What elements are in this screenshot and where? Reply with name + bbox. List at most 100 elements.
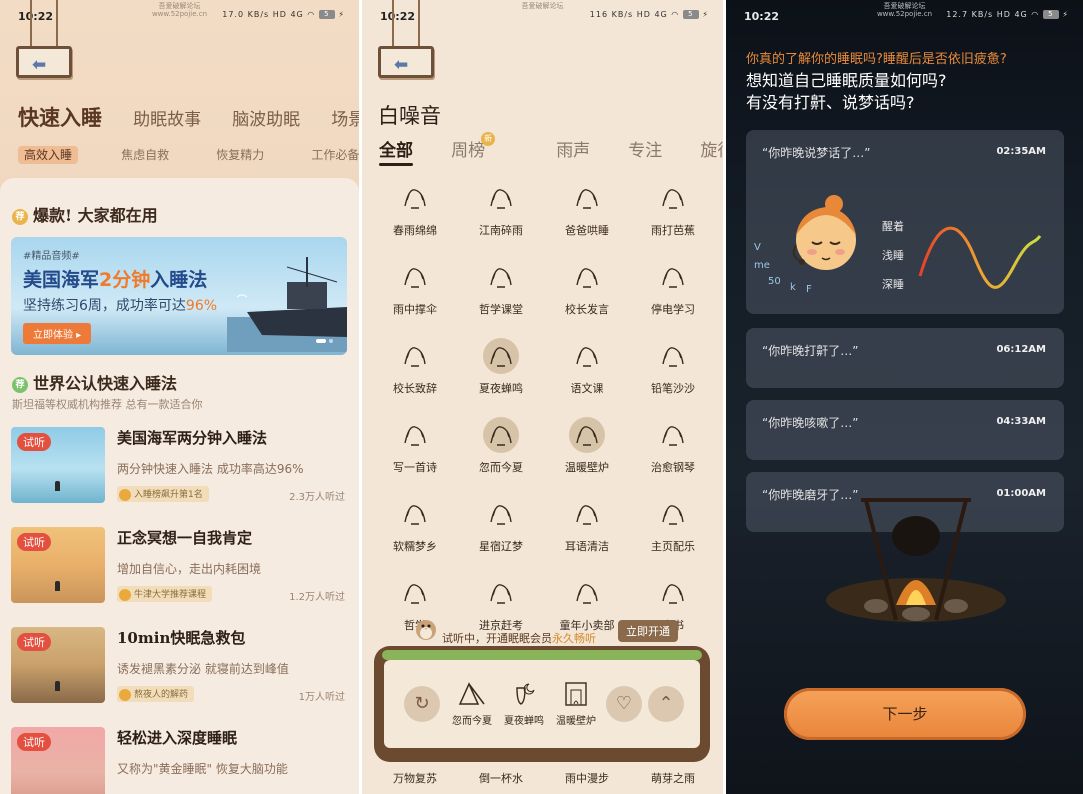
recommend-badge-icon: 荐 — [12, 208, 28, 225]
face-letter-me: me — [754, 260, 770, 271]
tent-icon — [483, 417, 519, 453]
sleeping-face-icon — [792, 195, 856, 270]
tab-focus[interactable]: 专注 — [628, 141, 662, 161]
new-badge: 新 — [481, 132, 496, 146]
sound-item-label: 铅笔沙沙 — [651, 382, 695, 395]
back-button[interactable]: ⬅ — [378, 0, 434, 84]
face-letter-50: 50 — [768, 276, 781, 287]
tab-rain[interactable]: 雨声 — [556, 141, 590, 161]
quick-sleep-screen: 10:22 吾爱破解论坛 www.52pojie.cn 17.0 KB/s HD… — [0, 0, 359, 794]
wifi-icon: ◠ — [671, 10, 680, 19]
wifi-icon: ◠ — [1031, 10, 1040, 19]
sound-item[interactable]: 校长发言 — [544, 259, 630, 337]
sleep-stage-legend: 醒着 浅睡 深睡 — [882, 212, 904, 299]
stage-awake: 醒着 — [882, 220, 904, 233]
play-count: 1.2万人听过 — [289, 592, 345, 603]
battery-icon: 5 — [1042, 10, 1059, 19]
page-title: 白噪音 — [378, 104, 441, 128]
promo-banner[interactable]: #精品音频# 美国海军2分钟入睡法 坚持练习6周，成功率可达96% 立即体验 ▸ — [11, 237, 347, 355]
player-grass — [382, 650, 702, 660]
watermark: 吾爱破解论坛 — [521, 2, 564, 10]
sound-item[interactable]: 爸爸哄睡 — [544, 180, 630, 258]
replay-button[interactable]: ↻ — [404, 686, 440, 722]
list-item[interactable]: 试听 轻松进入深度睡眠 又称为"黄金睡眠" 恢复大脑功能 — [11, 727, 351, 794]
quill-icon — [404, 426, 426, 446]
intro-question: 你真的了解你的睡眠吗?睡醒后是否依旧疲惫? — [746, 52, 1007, 67]
sign-rope — [30, 0, 32, 48]
sound-item[interactable]: 温暖壁炉 — [544, 417, 630, 495]
favorite-button[interactable]: ♡ — [606, 686, 642, 722]
sound-item[interactable]: 校长致辞 — [372, 338, 458, 416]
carousel-dot — [329, 339, 333, 343]
sign-rope — [418, 0, 420, 48]
sound-item[interactable]: 江南碎雨 — [458, 180, 544, 258]
list-item[interactable]: 试听 正念冥想一自我肯定 增加自信心，走出内耗困境 牛津大学推荐课程 1.2万人… — [11, 527, 351, 605]
noise-tabs: 全部 周榜新 雨声 专注 旋律 — [379, 132, 723, 161]
sound-label[interactable]: 万物复苏 — [372, 770, 458, 786]
expand-button[interactable]: ⌃ — [648, 686, 684, 722]
next-step-button[interactable]: 下一步 — [784, 688, 1026, 740]
sound-item-label: 忽而今夏 — [479, 461, 523, 474]
medal-icon — [119, 488, 131, 501]
sound-item[interactable]: 写一首诗 — [372, 417, 458, 495]
sound-item[interactable]: 夏夜蝉鸣 — [458, 338, 544, 416]
sound-item[interactable]: 铅笔沙沙 — [630, 338, 716, 416]
sound-item[interactable]: 主页配乐 — [630, 496, 716, 574]
banner-title-c: 入睡法 — [150, 269, 208, 291]
sound-item[interactable]: 春雨绵绵 — [372, 180, 458, 258]
sound-item-label: 哲学课堂 — [479, 303, 523, 316]
dad-icon — [576, 189, 598, 209]
status-icons: 116 KB/s HD 4G ◠ 5 ⚡ — [590, 10, 709, 19]
subtab-efficient[interactable]: 高效入睡 — [18, 146, 79, 164]
tab-quick-sleep[interactable]: 快速入睡 — [18, 105, 102, 130]
sound-item[interactable]: 治愈钢琴 — [630, 417, 716, 495]
player-sound[interactable]: 夏夜蝉鸣 — [498, 678, 550, 727]
banner-tag: #精品音频# — [23, 251, 80, 262]
play-count: 1万人听过 — [298, 692, 345, 703]
sound-item[interactable]: 软糯梦乡 — [372, 496, 458, 574]
sound-item[interactable]: 雨中撑伞 — [372, 259, 458, 337]
fireplace-icon — [569, 417, 605, 453]
tab-all[interactable]: 全部 — [379, 141, 413, 161]
sound-item-label: 停电学习 — [651, 303, 695, 316]
sound-item[interactable]: 星宿辽梦 — [458, 496, 544, 574]
sound-item[interactable]: 停电学习 — [630, 259, 716, 337]
tent-icon — [458, 682, 485, 705]
sound-label[interactable]: 倒一杯水 — [458, 770, 544, 786]
sound-item[interactable]: 哲学课堂 — [458, 259, 544, 337]
sound-item[interactable]: 雨打芭蕉 — [630, 180, 716, 258]
tab-weekly[interactable]: 周榜新 — [451, 132, 518, 161]
trial-badge: 试听 — [17, 733, 51, 751]
banner-subtitle: 坚持练习6周，成功率可达96% — [23, 295, 217, 315]
sound-item[interactable]: 语文课 — [544, 338, 630, 416]
subtab-anxiety[interactable]: 焦虑自救 — [121, 148, 169, 162]
sound-label[interactable]: 雨中漫步 — [544, 770, 630, 786]
subtab-energy[interactable]: 恢复精力 — [216, 148, 264, 162]
tab-sleep-story[interactable]: 助眠故事 — [133, 110, 201, 130]
pencil-icon — [662, 347, 684, 367]
back-button[interactable]: ⬅ — [16, 0, 72, 84]
tab-melody[interactable]: 旋律 — [700, 141, 723, 161]
recommend-badge-icon: 荐 — [12, 376, 28, 393]
bird-icon — [416, 620, 436, 640]
rain-town-icon — [490, 189, 512, 209]
player-sound[interactable]: 温暖壁炉 — [550, 678, 602, 727]
subtab-work[interactable]: 工作必备 — [311, 148, 359, 162]
try-now-button[interactable]: 立即体验 ▸ — [23, 323, 92, 344]
list-item[interactable]: 试听 美国海军两分钟入睡法 两分钟快速入睡法 成功率高达96% 入睡榜飙升第1名… — [11, 427, 351, 505]
tab-scene[interactable]: 场景 — [331, 110, 359, 130]
player-sound[interactable]: 忽而今夏 — [446, 678, 498, 727]
item-title: 轻松进入深度睡眠 — [117, 729, 238, 747]
network-indicators: 12.7 KB/s HD 4G — [946, 10, 1028, 19]
sound-item-label: 耳语清洁 — [565, 540, 609, 553]
network-indicators: 17.0 KB/s HD 4G — [222, 10, 304, 19]
battery-icon: 5 — [318, 10, 335, 19]
tab-brainwave[interactable]: 脑波助眠 — [232, 110, 300, 130]
sound-item[interactable]: 耳语清洁 — [544, 496, 630, 574]
sound-label[interactable]: 萌芽之雨 — [630, 770, 716, 786]
rank-badge: 入睡榜飙升第1名 — [117, 486, 209, 502]
open-membership-button[interactable]: 立即开通 — [618, 620, 678, 642]
list-item[interactable]: 试听 10min快眠急救包 诱发褪黑素分泌 就寝前达到峰值 熬夜人的解药 1万人… — [11, 627, 351, 705]
rank-text: 熬夜人的解药 — [134, 690, 189, 700]
sound-item[interactable]: 忽而今夏 — [458, 417, 544, 495]
